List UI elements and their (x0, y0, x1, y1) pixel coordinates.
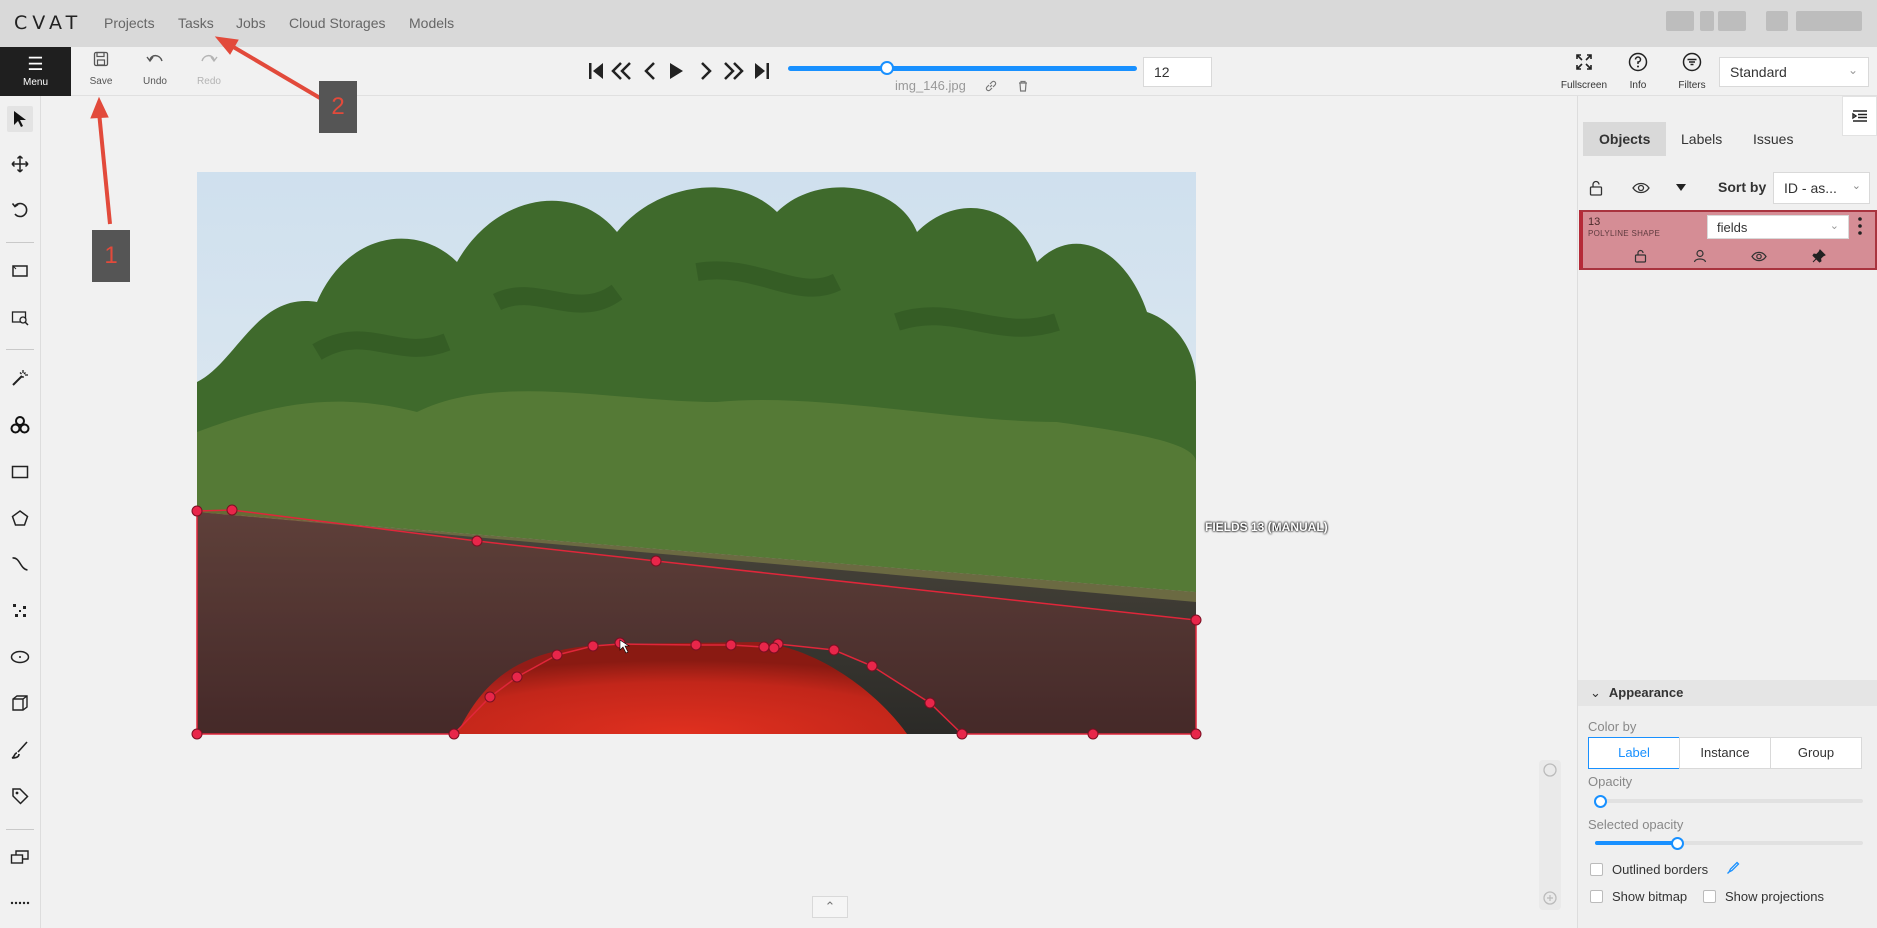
tutorial-arrows (90, 36, 322, 225)
callout-1: 1 (92, 230, 130, 282)
callout-2: 2 (319, 81, 357, 133)
